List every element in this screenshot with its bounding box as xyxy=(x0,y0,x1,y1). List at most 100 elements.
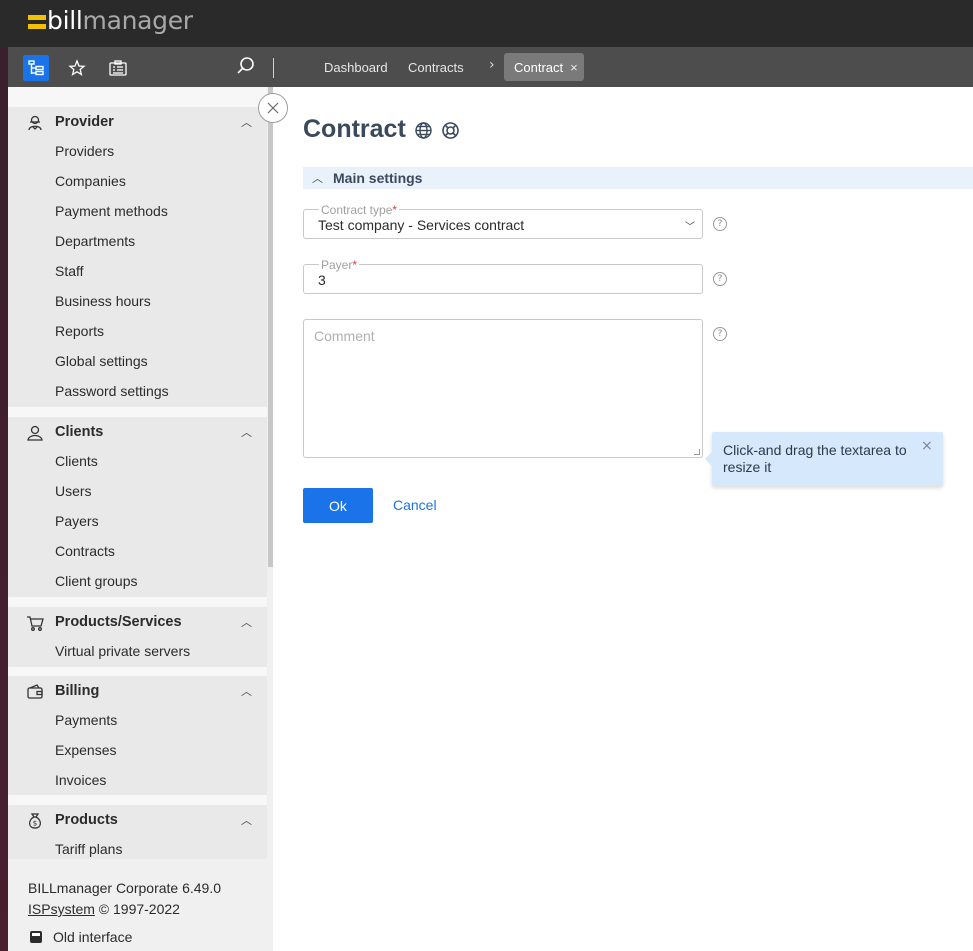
sidebar-section-header[interactable]: Provider ︿ xyxy=(8,107,267,137)
sidebar-item-users[interactable]: Users xyxy=(55,483,92,499)
search-icon xyxy=(237,57,254,74)
comment-textarea[interactable]: Comment xyxy=(303,319,703,458)
svg-text:$: $ xyxy=(33,820,37,828)
tab-contract[interactable]: Contract × xyxy=(504,53,584,81)
wallet-icon xyxy=(27,684,43,699)
sidebar-item-providers[interactable]: Providers xyxy=(55,143,114,159)
sidebar-section-title: Products xyxy=(55,812,118,828)
version-text: BILLmanager Corporate 6.49.0 xyxy=(28,880,222,896)
clients-icon xyxy=(27,425,43,441)
sidebar-item-reports[interactable]: Reports xyxy=(55,323,104,339)
desktop-edge xyxy=(0,47,8,951)
chevron-up-icon[interactable]: ︿ xyxy=(241,812,252,828)
sidebar-item-tariff-plans[interactable]: Tariff plans xyxy=(55,841,122,857)
sidebar-item-password-settings[interactable]: Password settings xyxy=(55,383,169,399)
collapse-sidebar-button[interactable] xyxy=(258,93,288,123)
chevron-up-icon[interactable]: ︿ xyxy=(241,114,252,130)
money-bag-icon: $ xyxy=(28,813,42,829)
lifebuoy-icon[interactable] xyxy=(441,121,460,140)
top-bar: billmanager xyxy=(0,0,973,47)
tree-menu-button[interactable] xyxy=(23,55,49,81)
sidebar-section-clients: Clients ︿ Clients Users Payers Contracts… xyxy=(8,417,267,597)
logo-text-bill: bill xyxy=(47,6,83,35)
logo-mark-icon xyxy=(28,15,46,29)
breadcrumb-contracts[interactable]: Contracts xyxy=(408,60,464,75)
section-title: Main settings xyxy=(333,170,423,186)
chevron-up-icon[interactable]: ︿ xyxy=(241,424,252,440)
sidebar-item-payments[interactable]: Payments xyxy=(55,712,117,728)
sidebar-item-staff[interactable]: Staff xyxy=(55,263,84,279)
main-content: Contract ︿ Main settings Contract type* … xyxy=(273,87,973,951)
help-icon[interactable]: ? xyxy=(713,272,727,286)
tree-menu-icon xyxy=(28,60,44,76)
sidebar-item-invoices[interactable]: Invoices xyxy=(55,772,106,788)
close-icon[interactable]: × xyxy=(921,438,933,454)
sidebar-section-header[interactable]: Billing ︿ xyxy=(8,676,267,706)
sidebar-section-billing: Billing ︿ Payments Expenses Invoices xyxy=(8,676,267,795)
sidebar-section-products-services: Products/Services ︿ Virtual private serv… xyxy=(8,607,267,667)
sidebar-item-contracts[interactable]: Contracts xyxy=(55,543,115,559)
copyright: ISPsystem © 1997-2022 xyxy=(28,901,180,917)
star-icon xyxy=(68,59,86,76)
main-settings-section[interactable]: ︿ Main settings xyxy=(303,167,973,189)
payer-field[interactable]: Payer* 3 xyxy=(303,258,703,294)
old-interface-label: Old interface xyxy=(53,929,133,945)
sidebar-item-payers[interactable]: Payers xyxy=(55,513,99,529)
sidebar-section-title: Provider xyxy=(55,114,114,130)
chevron-right-icon: › xyxy=(489,57,495,73)
globe-doc-icon[interactable] xyxy=(414,121,433,140)
sidebar-item-global-settings[interactable]: Global settings xyxy=(55,353,148,369)
sidebar-item-client-groups[interactable]: Client groups xyxy=(55,573,138,589)
sidebar-gap xyxy=(8,87,267,107)
tab-contract-label: Contract xyxy=(514,59,564,75)
close-icon xyxy=(267,102,279,114)
provider-icon xyxy=(28,115,42,131)
favorites-button[interactable] xyxy=(64,55,90,81)
breadcrumb-dashboard[interactable]: Dashboard xyxy=(324,60,388,75)
payer-value: 3 xyxy=(318,272,326,288)
sidebar-section-title: Clients xyxy=(55,424,104,440)
close-icon[interactable]: × xyxy=(570,60,578,75)
ok-button[interactable]: Ok xyxy=(303,488,373,523)
sidebar-item-expenses[interactable]: Expenses xyxy=(55,742,116,758)
old-interface-link[interactable]: Old interface xyxy=(28,929,132,945)
help-icon[interactable]: ? xyxy=(713,217,727,231)
contract-type-value: Test company - Services contract xyxy=(318,217,525,233)
sidebar-item-companies[interactable]: Companies xyxy=(55,173,126,189)
tooltip-text: Click-and drag the textarea to resize it xyxy=(723,442,907,475)
sidebar-section-header[interactable]: $ Products ︿ xyxy=(8,805,267,835)
ispsystem-link[interactable]: ISPsystem xyxy=(28,901,95,917)
sidebar-menu: Provider ︿ Providers Companies Payment m… xyxy=(8,87,267,859)
clipboard-icon xyxy=(109,60,127,76)
sidebar-item-payment-methods[interactable]: Payment methods xyxy=(55,203,168,219)
sidebar-item-clients[interactable]: Clients xyxy=(55,453,98,469)
search-button[interactable] xyxy=(236,56,256,80)
required-marker: * xyxy=(352,258,358,272)
sidebar-gap xyxy=(8,407,267,417)
cancel-button[interactable]: Cancel xyxy=(393,497,437,513)
sidebar-gap xyxy=(8,597,267,607)
logo-text-manager: manager xyxy=(82,6,194,35)
page-title: Contract xyxy=(303,115,406,143)
sidebar-section-header[interactable]: Products/Services ︿ xyxy=(8,607,267,637)
sidebar-item-business-hours[interactable]: Business hours xyxy=(55,293,151,309)
chevron-up-icon[interactable]: ︿ xyxy=(241,683,252,699)
sidebar-section-title: Billing xyxy=(55,683,100,699)
contract-type-select[interactable]: Contract type* Test company - Services c… xyxy=(303,203,703,239)
sidebar-section-title: Products/Services xyxy=(55,614,182,630)
sidebar-section-provider: Provider ︿ Providers Companies Payment m… xyxy=(8,107,267,407)
help-icon[interactable]: ? xyxy=(713,327,727,341)
chevron-up-icon[interactable]: ︿ xyxy=(241,614,252,630)
resize-handle[interactable] xyxy=(694,449,700,455)
toolbar-divider xyxy=(273,58,274,78)
sidebar-item-virtual-private-servers[interactable]: Virtual private servers xyxy=(55,643,190,659)
cart-icon xyxy=(27,616,44,631)
resize-tooltip: Click-and drag the textarea to resize it… xyxy=(705,432,943,486)
sidebar-section-header[interactable]: Clients ︿ xyxy=(8,417,267,447)
logo[interactable]: billmanager xyxy=(28,6,193,35)
sidebar-gap xyxy=(8,795,267,805)
notes-button[interactable] xyxy=(105,55,131,81)
copyright-years: © 1997-2022 xyxy=(94,901,180,917)
sidebar-item-departments[interactable]: Departments xyxy=(55,233,135,249)
comment-placeholder: Comment xyxy=(314,328,375,344)
